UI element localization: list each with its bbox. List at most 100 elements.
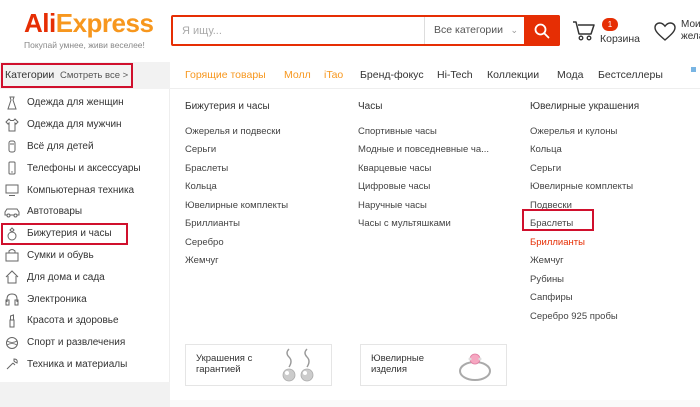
sidebar-item-label: Спорт и развлечения [27, 337, 126, 349]
sidebar-item-kids[interactable]: Всё для детей [0, 136, 170, 158]
search-category-label: Все категории [434, 24, 503, 36]
category-header: Категории Смотреть все > [0, 62, 170, 89]
computer-icon [4, 182, 20, 198]
sidebar-item-phones[interactable]: Телефоны и аксессуары [0, 157, 170, 179]
sidebar-item-home-garden[interactable]: Для дома и сада [0, 266, 170, 288]
nav-item-hi-tech[interactable]: Hi-Tech [437, 69, 473, 81]
sidebar-item-tools[interactable]: Техника и материалы [0, 354, 170, 376]
column-link[interactable]: Кольца [185, 181, 217, 192]
top-nav: Горящие товары Молл iTao Бренд-фокус Hi-… [170, 62, 700, 89]
column-link[interactable]: Серьги [185, 144, 216, 155]
column-link[interactable]: Сапфиры [530, 292, 573, 303]
promo-card-jewelry[interactable]: Ювелирные изделия [360, 344, 507, 386]
column-link[interactable]: Серебро 925 пробы [530, 311, 618, 322]
ring-image [459, 353, 491, 381]
ball-icon [4, 335, 20, 351]
nav-item-bestsellers[interactable]: Бестселлеры [598, 69, 663, 81]
column-link[interactable]: Ожерелья и кулоны [530, 126, 617, 137]
column-link[interactable]: Ювелирные комплекты [530, 181, 633, 192]
header: AliExpress Покупай умнее, живи веселее! … [0, 0, 700, 62]
sidebar-item-bags-shoes[interactable]: Сумки и обувь [0, 245, 170, 267]
wishlist-link[interactable]: Мои жела [654, 18, 700, 48]
search-icon [534, 23, 550, 38]
sidebar-item-label: Техника и материалы [27, 358, 128, 370]
chevron-down-icon: ⌄ [510, 25, 518, 35]
nav-item-itao[interactable]: iTao [324, 69, 343, 81]
cart-icon [573, 21, 595, 41]
category-list: Одежда для женщин Одежда для мужчин Всё … [0, 92, 170, 375]
sidebar-item-sports[interactable]: Спорт и развлечения [0, 332, 170, 354]
category-sidebar: Категории Смотреть все > Одежда для женщ… [0, 62, 170, 407]
sidebar-item-auto[interactable]: Автотовары [0, 201, 170, 223]
panel-footer [170, 400, 700, 407]
sidebar-item-label: Для дома и сада [27, 271, 105, 283]
column-link[interactable]: Жемчуг [185, 255, 219, 266]
cart-label: Корзина [600, 33, 640, 45]
column-link[interactable]: Серьги [530, 163, 561, 174]
search-category-select[interactable]: Все категории ⌄ [424, 17, 524, 44]
column-link[interactable]: Спортивные часы [358, 126, 437, 137]
column-link[interactable]: Цифровые часы [358, 181, 430, 192]
column-link[interactable]: Кольца [530, 144, 562, 155]
column-link-diamonds[interactable]: Бриллианты [530, 237, 585, 248]
tools-icon [4, 356, 20, 372]
phone-icon [4, 160, 20, 176]
column-link[interactable]: Модные и повседневные ча... [358, 144, 489, 155]
search-input[interactable] [173, 17, 423, 44]
column-title-jewelry[interactable]: Ювелирные украшения [530, 101, 639, 112]
column-link[interactable]: Наручные часы [358, 200, 427, 211]
column-title-jewelry-watches[interactable]: Бижутерия и часы [185, 101, 270, 112]
bag-icon [4, 247, 20, 263]
sidebar-item-electronics[interactable]: Электроника [0, 288, 170, 310]
column-link[interactable]: Ювелирные комплекты [185, 200, 288, 211]
headphones-icon [4, 291, 20, 307]
sidebar-item-computers[interactable]: Компьютерная техника [0, 179, 170, 201]
car-icon [4, 204, 20, 220]
sidebar-footer [0, 382, 170, 407]
column-link[interactable]: Кварцевые часы [358, 163, 431, 174]
column-link[interactable]: Рубины [530, 274, 564, 285]
sidebar-item-jewelry-watches[interactable]: Бижутерия и часы [0, 222, 170, 245]
wishlist-label-line1: Мои [681, 19, 700, 30]
category-dropdown-panel: Бижутерия и часы Ожерелья и подвески Сер… [170, 89, 700, 407]
promo-line: гарантией [196, 364, 241, 375]
search-button[interactable] [524, 15, 560, 46]
sidebar-item-label: Сумки и обувь [27, 249, 94, 261]
sidebar-item-label: Красота и здоровье [27, 315, 119, 327]
search-bar: Все категории ⌄ [171, 15, 560, 46]
column-link[interactable]: Бриллианты [185, 218, 240, 229]
nav-item-fashion[interactable]: Мода [557, 69, 583, 81]
highlight-box [522, 209, 594, 231]
column-link[interactable]: Часы с мультяшками [358, 218, 451, 229]
nav-item-brand-focus[interactable]: Бренд-фокус [360, 69, 424, 81]
nav-item-collections[interactable]: Коллекции [487, 69, 539, 81]
nav-indicator [691, 67, 696, 72]
promo-card-guarantee[interactable]: Украшения с гарантией [185, 344, 332, 386]
sidebar-item-label: Всё для детей [27, 140, 94, 152]
column-title-watches[interactable]: Часы [358, 101, 382, 112]
sidebar-item-label: Автотовары [27, 206, 83, 218]
sidebar-item-label: Компьютерная техника [27, 184, 135, 196]
logo[interactable]: AliExpress [24, 8, 154, 39]
dress-icon [4, 95, 20, 111]
logo-part1: Ali [24, 8, 56, 38]
lipstick-icon [4, 313, 20, 329]
sidebar-item-label: Телефоны и аксессуары [27, 162, 141, 174]
nav-item-mall[interactable]: Молл [284, 69, 311, 81]
heart-icon [654, 22, 676, 41]
baby-icon [4, 138, 20, 154]
sidebar-item-beauty[interactable]: Красота и здоровье [0, 310, 170, 332]
cart-count-badge: 1 [602, 18, 618, 31]
column-link[interactable]: Жемчуг [530, 255, 564, 266]
cart-link[interactable]: 1 Корзина [572, 18, 652, 48]
shirt-icon [4, 117, 20, 133]
column-link[interactable]: Ожерелья и подвески [185, 126, 281, 137]
promo-line: Ювелирные [371, 353, 424, 364]
sidebar-item-womens-clothing[interactable]: Одежда для женщин [0, 92, 170, 114]
nav-item-hot-deals[interactable]: Горящие товары [185, 69, 266, 81]
promo-line: Украшения с [196, 353, 253, 364]
sidebar-item-mens-clothing[interactable]: Одежда для мужчин [0, 114, 170, 136]
column-link[interactable]: Серебро [185, 237, 224, 248]
column-link[interactable]: Браслеты [185, 163, 228, 174]
wishlist-label: Мои жела [681, 19, 700, 43]
